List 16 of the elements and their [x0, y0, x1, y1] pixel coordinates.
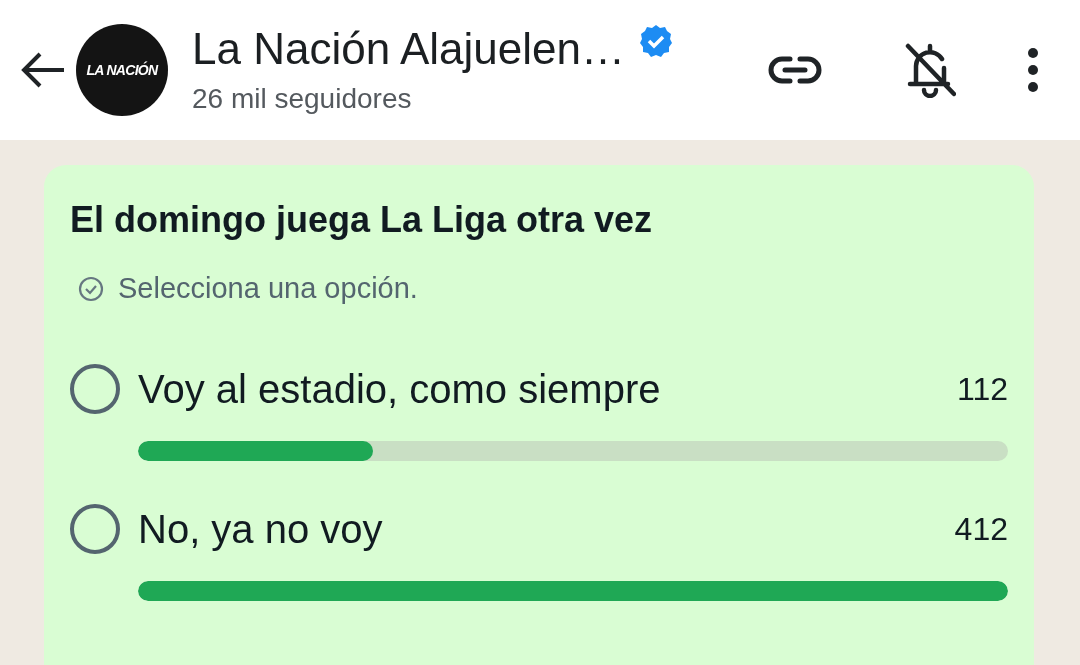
vote-count: 412	[954, 509, 1008, 549]
radio-button[interactable]	[70, 363, 120, 414]
poll-hint: Selecciona una opción.	[118, 271, 418, 306]
option-label: No, ya no voy	[138, 505, 384, 553]
back-arrow-icon[interactable]	[20, 50, 66, 90]
radio-button[interactable]	[70, 503, 120, 554]
logo-text: LA NACIÓN	[86, 60, 158, 80]
more-options-icon[interactable]	[1026, 47, 1040, 93]
option-label: Voy al estadio, como siempre	[138, 365, 662, 413]
check-circle-icon	[78, 275, 104, 302]
link-icon[interactable]	[768, 55, 822, 85]
muted-bell-icon[interactable]	[904, 42, 956, 98]
channel-name: La Nación Alajuelen…	[192, 22, 625, 75]
follower-count: 26 mil seguidores	[192, 81, 413, 116]
vote-count: 112	[957, 369, 1008, 409]
poll-question: El domingo juega La Liga otra vez	[70, 198, 654, 242]
